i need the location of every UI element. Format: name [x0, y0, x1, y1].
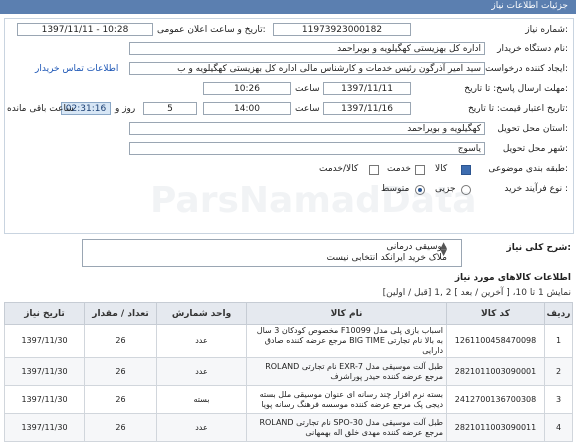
response-deadline-label: مهلت ارسال پاسخ: تا تاریخ:: [464, 84, 568, 94]
cell-qty: 26: [84, 324, 157, 358]
scroll-arrows-icon[interactable]: ▲ ▼: [440, 242, 447, 258]
cell-code: 2821011003090011: [446, 413, 545, 442]
col-qty: تعداد / مقدار: [84, 302, 157, 325]
city-label: شهر محل تحویل:: [502, 144, 568, 154]
goods-pagination[interactable]: نمایش 1 تا 10، [ آخرین / بعد ] 2 ,1 [قبل…: [383, 288, 571, 298]
process-minor-radio[interactable]: [461, 185, 471, 195]
cell-row: 3: [544, 385, 573, 414]
cell-name: طبل آلت موسیقی مدل EXR-7 نام تجارتی ROLA…: [246, 357, 447, 386]
goods-section-title: اطلاعات کالاهای مورد نیاز: [454, 273, 571, 283]
cell-row: 2: [544, 357, 573, 386]
validity-date-field: 1397/11/16: [323, 102, 411, 115]
response-date-field: 1397/11/11: [323, 82, 411, 95]
col-date: تاریخ نیاز: [4, 302, 85, 325]
process-label: نوع فرآیند خرید :: [504, 184, 568, 194]
category-label: طبقه بندی موضوعی:: [488, 164, 568, 174]
table-row[interactable]: 1 1261100458470098 اسباب بازی پلی مدل F1…: [4, 324, 573, 358]
cell-date: 1397/11/30: [4, 413, 85, 442]
goods-table: ردیف کد کالا نام کالا واحد شمارش تعداد /…: [4, 302, 573, 442]
cell-qty: 26: [84, 413, 157, 442]
col-code: کد کالا: [446, 302, 545, 325]
announce-label: تاریخ و ساعت اعلان عمومی:: [157, 25, 266, 35]
cell-code: 2821011003090001: [446, 357, 545, 386]
category-goods-service-checkbox[interactable]: [369, 165, 379, 175]
page-header: جزئیات اطلاعات نیاز: [0, 0, 576, 14]
category-service-checkbox[interactable]: [415, 165, 425, 175]
need-number-field: 11973923000182: [273, 23, 411, 36]
category-goods-service-label: کالا/خدمت: [319, 164, 359, 174]
creator-field: سید امیر آذرگون رئیس خدمات و کارشناس مال…: [129, 62, 485, 75]
category-goods-label: کالا: [435, 164, 448, 174]
goods-table-header: ردیف کد کالا نام کالا واحد شمارش تعداد /…: [4, 302, 573, 325]
buyer-label: نام دستگاه خریدار:: [497, 44, 568, 54]
category-service-label: خدمت: [387, 164, 411, 174]
table-row[interactable]: 3 2412700136700308 بسته نرم افزار چند رس…: [4, 385, 573, 414]
col-unit: واحد شمارش: [156, 302, 247, 325]
need-number-label: شماره نیاز:: [525, 25, 568, 35]
city-field: یاسوج: [129, 142, 485, 155]
remaining-label: ساعت باقی مانده: [7, 104, 74, 114]
table-row[interactable]: 4 2821011003090011 طبل آلت موسیقی مدل SP…: [4, 413, 573, 442]
creator-label: ایجاد کننده درخواست:: [485, 64, 568, 74]
table-row[interactable]: 2 2821011003090001 طبل آلت موسیقی مدل EX…: [4, 357, 573, 386]
province-field: کهگیلویه و بویراحمد: [129, 122, 485, 135]
cell-name: بسته نرم افزار چند رسانه ای عنوان موسیقی…: [246, 385, 447, 414]
days-field: 5: [143, 102, 197, 115]
cell-date: 1397/11/30: [4, 324, 85, 358]
cell-code: 2412700136700308: [446, 385, 545, 414]
buyer-field: اداره کل بهزیستی کهگیلویه و بویراحمد: [129, 42, 485, 55]
announce-field: 1397/11/11 - 10:28: [17, 23, 153, 36]
validity-time-label: ساعت: [295, 104, 320, 114]
response-time-label: ساعت: [295, 84, 320, 94]
cell-date: 1397/11/30: [4, 357, 85, 386]
buyer-contact-link[interactable]: اطلاعات تماس خریدار: [35, 64, 118, 74]
col-name: نام کالا: [246, 302, 447, 325]
general-desc-line-1: موسیقی درمانی: [386, 242, 447, 252]
cell-unit: بسته: [156, 385, 247, 414]
category-goods-checkbox[interactable]: [461, 165, 471, 175]
cell-name: طبل آلت موسیقی مدل SPO-30 نام تجارتی ROL…: [246, 413, 447, 442]
response-time-field: 10:26: [203, 82, 291, 95]
cell-unit: عدد: [156, 324, 247, 358]
validity-label: تاریخ اعتبار قیمت: تا تاریخ:: [467, 104, 568, 114]
cell-name: اسباب بازی پلی مدل F10099 مخصوص کودکان 3…: [246, 324, 447, 358]
validity-time-field: 14:00: [203, 102, 291, 115]
process-medium-label: متوسط: [381, 184, 410, 194]
page-title: جزئیات اطلاعات نیاز: [491, 1, 568, 11]
cell-unit: عدد: [156, 413, 247, 442]
cell-code: 1261100458470098: [446, 324, 545, 358]
cell-unit: عدد: [156, 357, 247, 386]
cell-qty: 26: [84, 385, 157, 414]
cell-row: 1: [544, 324, 573, 358]
process-minor-label: جزیی: [435, 184, 456, 194]
cell-date: 1397/11/30: [4, 385, 85, 414]
general-desc-label: شرح کلی نیاز:: [506, 243, 571, 253]
col-row: ردیف: [544, 302, 573, 325]
general-desc-line-2: ملاک خرید ایرانکد انتخابی نیست: [326, 253, 448, 263]
cell-row: 4: [544, 413, 573, 442]
need-details-panel: شماره نیاز: 11973923000182 تاریخ و ساعت …: [4, 18, 574, 234]
process-medium-radio[interactable]: [415, 185, 425, 195]
general-desc-box: موسیقی درمانی ملاک خرید ایرانکد انتخابی …: [82, 239, 462, 267]
province-label: استان محل تحویل:: [497, 124, 568, 134]
cell-qty: 26: [84, 357, 157, 386]
days-label: روز و: [115, 104, 136, 114]
